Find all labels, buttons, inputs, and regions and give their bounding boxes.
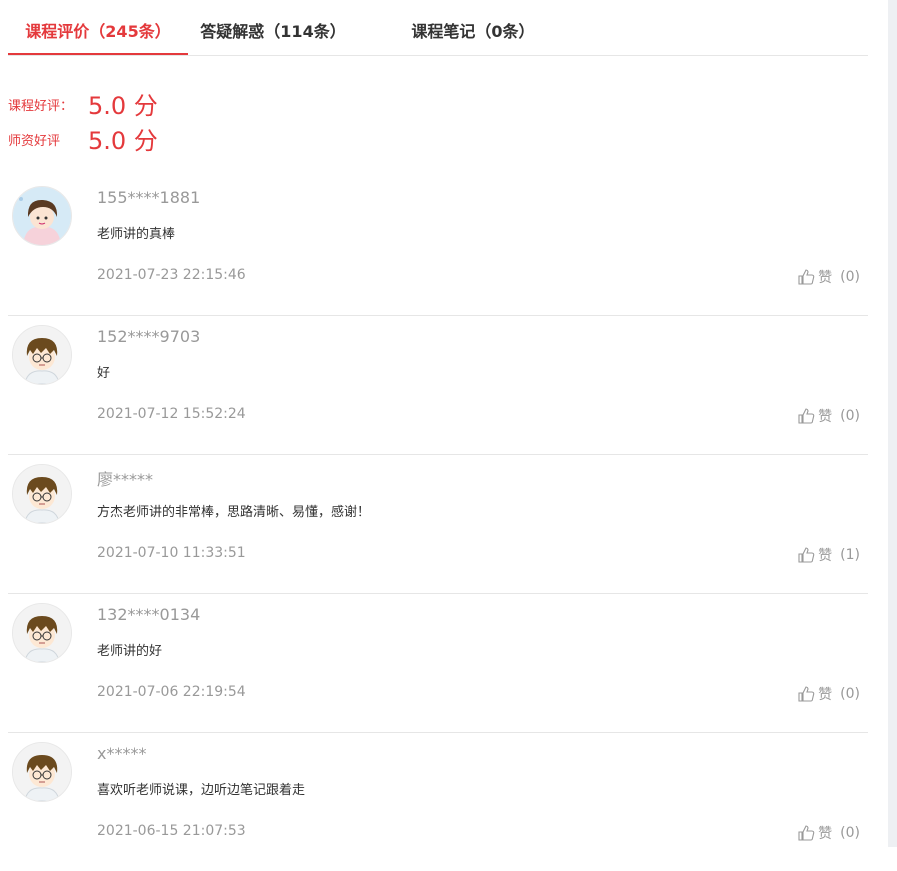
review-content: 老师讲的好 [97,644,163,659]
tab-bar: 课程评价（245条） 答疑解惑（114条） 课程笔记（0条） [8,10,868,56]
review-username: 155****1881 [97,188,201,207]
course-reviews-panel: 课程评价（245条） 答疑解惑（114条） 课程笔记（0条） 课程好评： 5.0… [0,0,888,847]
review-item: 155****1881 老师讲的真棒 2021-07-23 22:15:46 赞… [8,176,868,316]
like-count: (0) [840,269,860,285]
review-item: x***** 喜欢听老师说课，边听边笔记跟着走 2021-06-15 21:07… [8,732,868,871]
course-rating-label: 课程好评： [8,99,74,114]
boy-avatar[interactable] [12,464,72,524]
page-scroll-track[interactable] [888,0,897,847]
review-time: 2021-07-10 11:33:51 [97,545,246,561]
boy-avatar[interactable] [12,603,72,663]
like-label: 赞 [818,687,833,703]
like-button[interactable]: 赞 (0) [797,684,860,704]
review-item: 132****0134 老师讲的好 2021-07-06 22:19:54 赞 … [8,593,868,733]
tab-course-reviews[interactable]: 课程评价（245条） [8,10,188,55]
review-username: x***** [97,744,147,763]
review-username: 152****9703 [97,327,201,346]
review-username: 廖***** [97,470,154,489]
like-label: 赞 [818,409,833,425]
teacher-rating-label: 师资好评 [8,134,61,149]
like-label: 赞 [818,270,833,286]
like-count: (0) [840,825,860,841]
tab-qa[interactable]: 答疑解惑（114条） [198,10,348,55]
like-count: (1) [840,547,860,563]
review-time: 2021-06-15 21:07:53 [97,823,246,839]
review-item: 廖***** 方杰老师讲的非常棒，思路清晰、易懂，感谢！ 2021-07-10 … [8,454,868,594]
review-content: 老师讲的真棒 [97,227,176,242]
review-content: 好 [97,366,111,381]
teacher-rating-score: 5.0 分 [88,127,158,155]
review-time: 2021-07-23 22:15:46 [97,267,246,283]
boy-avatar[interactable] [12,742,72,802]
like-label: 赞 [818,548,833,564]
review-time: 2021-07-12 15:52:24 [97,406,246,422]
like-count: (0) [840,686,860,702]
like-count: (0) [840,408,860,424]
like-button[interactable]: 赞 (0) [797,267,860,287]
review-content: 方杰老师讲的非常棒，思路清晰、易懂，感谢！ [97,505,371,520]
thumbs-up-icon [798,547,815,563]
girl-avatar[interactable] [12,186,72,246]
like-button[interactable]: 赞 (1) [797,545,860,565]
review-username: 132****0134 [97,605,201,624]
course-rating-score: 5.0 分 [88,92,158,120]
review-item: 152****9703 好 2021-07-12 15:52:24 赞 (0) [8,315,868,455]
like-button[interactable]: 赞 (0) [797,823,860,843]
thumbs-up-icon [798,269,815,285]
tab-notes[interactable]: 课程笔记（0条） [398,10,548,55]
thumbs-up-icon [798,686,815,702]
thumbs-up-icon [798,408,815,424]
review-time: 2021-07-06 22:19:54 [97,684,246,700]
boy-avatar[interactable] [12,325,72,385]
thumbs-up-icon [798,825,815,841]
like-button[interactable]: 赞 (0) [797,406,860,426]
like-label: 赞 [818,826,833,842]
review-content: 喜欢听老师说课，边听边笔记跟着走 [97,783,306,798]
